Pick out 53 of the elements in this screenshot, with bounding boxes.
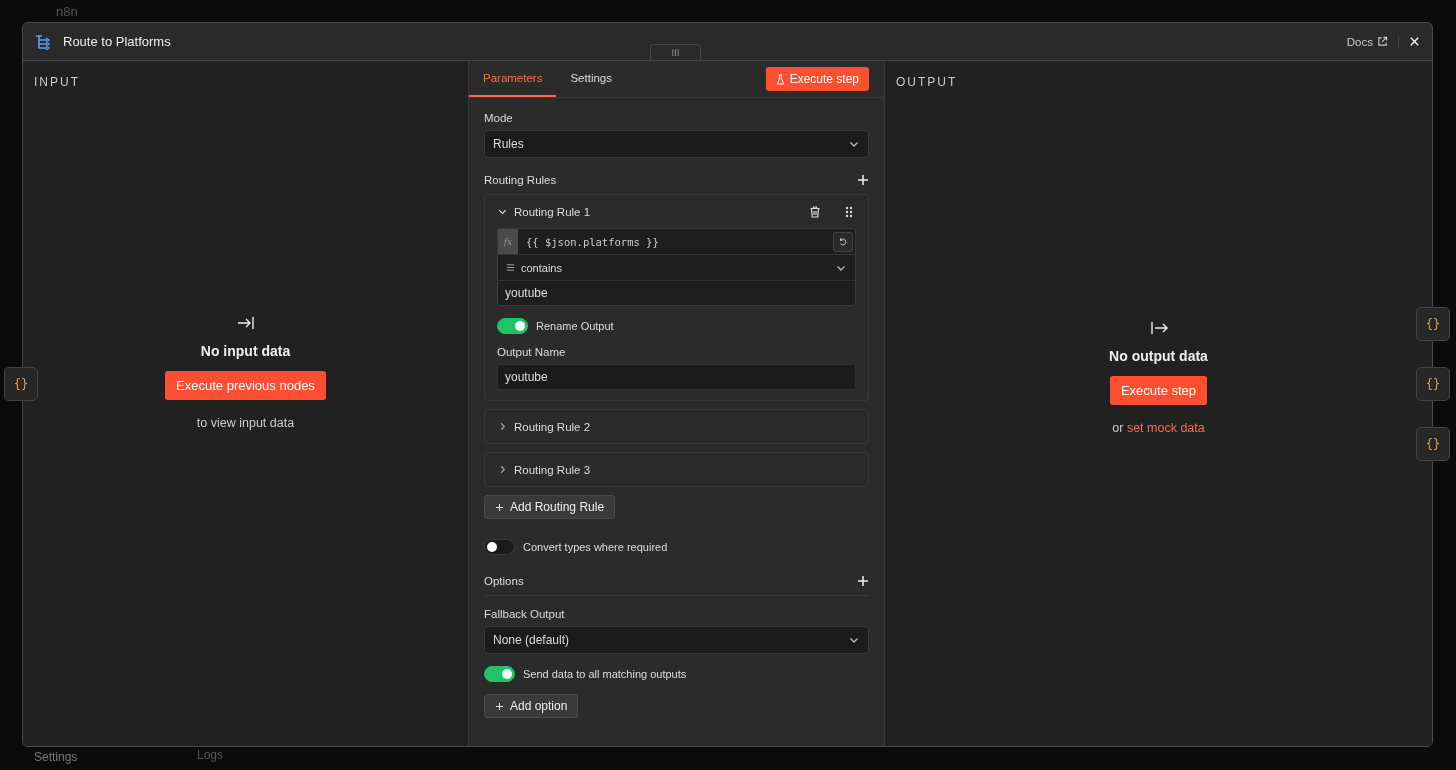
- arrow-to-line-icon: [236, 315, 255, 331]
- sidebar-item[interactable]: Settings: [34, 750, 78, 764]
- output-name-field[interactable]: youtube: [497, 364, 856, 390]
- panel-heading: INPUT: [34, 75, 81, 89]
- field-label: Mode: [484, 112, 514, 124]
- rule-title[interactable]: Routing Rule 3: [514, 463, 856, 476]
- tab[interactable]: Settings: [556, 61, 626, 97]
- toggle-switch[interactable]: [497, 318, 528, 334]
- rule-title[interactable]: Routing Rule 1: [514, 205, 802, 218]
- close-button[interactable]: [1407, 34, 1422, 49]
- add-icon[interactable]: [857, 575, 869, 587]
- external-link-icon: [1377, 36, 1388, 47]
- empty-hint: or set mock data: [1112, 421, 1205, 435]
- operator-select[interactable]: contains: [498, 255, 855, 281]
- value-field[interactable]: youtube: [498, 281, 855, 305]
- empty-message: No output data: [1109, 348, 1208, 364]
- list-icon: [506, 263, 515, 272]
- mode-select[interactable]: Rules: [484, 130, 869, 158]
- section-label: Options: [484, 575, 524, 587]
- add-option-button[interactable]: Add option: [484, 694, 579, 718]
- arrow-from-line-icon: [1149, 320, 1168, 336]
- add-icon[interactable]: [857, 174, 869, 186]
- plus-icon: [495, 701, 504, 711]
- fallback-select[interactable]: None (default): [484, 626, 869, 654]
- node-button[interactable]: {}: [1416, 367, 1450, 401]
- node-button[interactable]: {}: [1416, 427, 1450, 461]
- rule-title[interactable]: Routing Rule 2: [514, 420, 856, 433]
- toggle-label: Rename Output: [536, 320, 614, 332]
- docs-link[interactable]: Docs: [1346, 35, 1399, 48]
- app-logo-text: n8n: [56, 4, 78, 19]
- reset-icon[interactable]: [838, 236, 848, 247]
- empty-hint: to view input data: [196, 416, 295, 430]
- toggle-switch[interactable]: [484, 539, 515, 555]
- toggle-label: Convert types where required: [523, 541, 668, 553]
- plus-icon: [495, 502, 504, 512]
- expression-prefix: fx: [498, 229, 518, 254]
- node-button[interactable]: {}: [4, 367, 38, 401]
- tab[interactable]: Parameters: [469, 61, 557, 97]
- dialog-title: Route to Platforms: [63, 34, 172, 49]
- toggle-label: Send data to all matching outputs: [523, 668, 687, 680]
- toggle-switch[interactable]: [484, 666, 515, 682]
- expression-field[interactable]: fx {{ $json.platforms }}: [498, 229, 855, 255]
- empty-message: No input data: [200, 343, 291, 359]
- add-rule-button[interactable]: Add Routing Rule: [484, 495, 616, 519]
- trash-icon[interactable]: [808, 204, 822, 219]
- field-label: Output Name: [497, 346, 567, 358]
- field-label: Fallback Output: [484, 608, 566, 620]
- node-button[interactable]: {}: [1416, 307, 1450, 341]
- drag-handle[interactable]: [650, 44, 701, 60]
- mock-data-link[interactable]: set mock data: [1126, 421, 1205, 435]
- panel-heading: OUTPUT: [896, 75, 959, 89]
- section-label: Routing Rules: [484, 174, 557, 186]
- flask-icon: [775, 73, 785, 85]
